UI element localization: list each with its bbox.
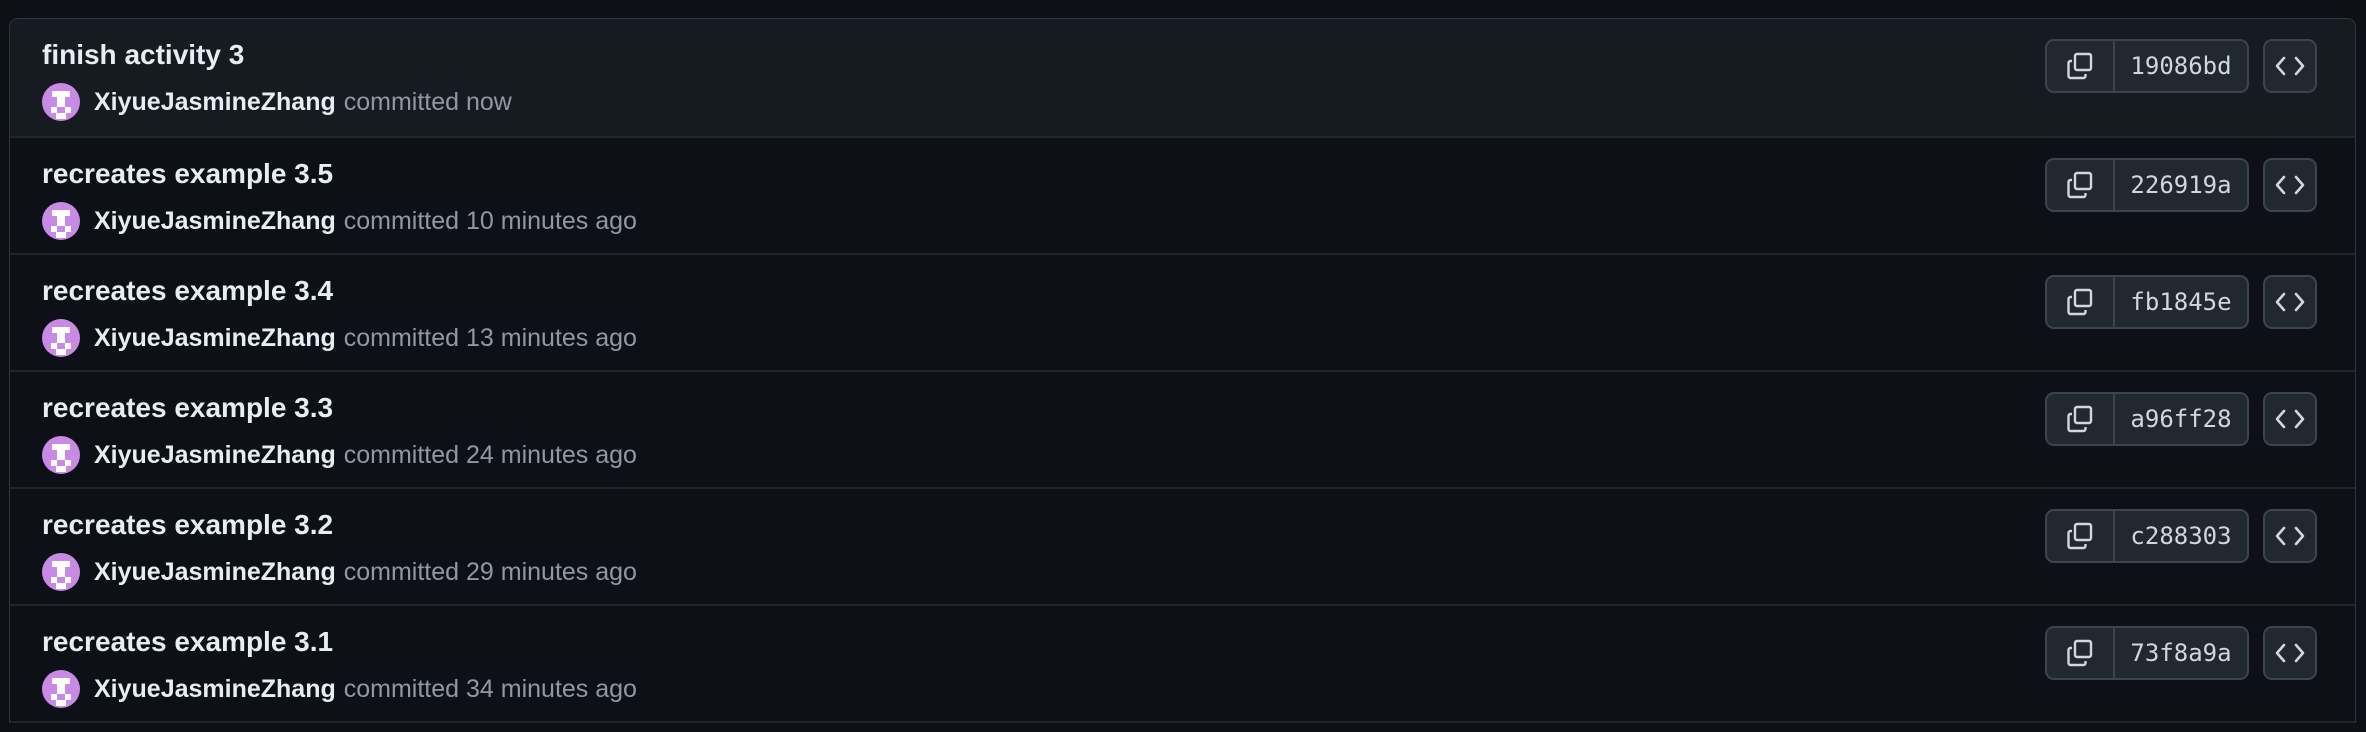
code-icon (2275, 643, 2305, 663)
commit-time: committed 29 minutes ago (343, 557, 637, 586)
sha-button-group: a96ff28 (2045, 392, 2249, 446)
commit-title[interactable]: recreates example 3.2 (42, 509, 333, 541)
avatar[interactable] (42, 202, 80, 240)
commit-meta: XiyueJasmineZhang committed 24 minutes a… (42, 436, 637, 474)
commit-meta: XiyueJasmineZhang committed 29 minutes a… (42, 553, 637, 591)
browse-repo-button[interactable] (2263, 39, 2317, 93)
commit-sha-link[interactable]: 19086bd (2115, 41, 2247, 91)
commit-author[interactable]: XiyueJasmineZhang (94, 207, 336, 236)
sha-button-group: 73f8a9a (2045, 626, 2249, 680)
identicon-icon (51, 91, 71, 119)
commit-time: committed now (343, 87, 512, 116)
commit-sha-link[interactable]: a96ff28 (2115, 394, 2247, 444)
identicon-icon (51, 561, 71, 589)
avatar[interactable] (42, 319, 80, 357)
sha-button-group: 19086bd (2045, 39, 2249, 93)
commit-actions: c288303 (2045, 509, 2317, 563)
commit-row: recreates example 3.5 XiyueJasmineZhang … (10, 138, 2355, 255)
identicon-icon (51, 444, 71, 472)
commit-actions: 73f8a9a (2045, 626, 2317, 680)
identicon-icon (51, 210, 71, 238)
commit-author[interactable]: XiyueJasmineZhang (94, 441, 336, 470)
commit-actions: a96ff28 (2045, 392, 2317, 446)
copy-icon (2067, 639, 2093, 667)
identicon-icon (51, 678, 71, 706)
commit-author[interactable]: XiyueJasmineZhang (94, 324, 336, 353)
commit-sha-link[interactable]: 226919a (2115, 160, 2247, 210)
commit-actions: 226919a (2045, 158, 2317, 212)
code-icon (2275, 409, 2305, 429)
commit-row: recreates example 3.3 XiyueJasmineZhang … (10, 372, 2355, 489)
commit-meta: XiyueJasmineZhang committed 10 minutes a… (42, 202, 637, 240)
sha-button-group: 226919a (2045, 158, 2249, 212)
avatar[interactable] (42, 670, 80, 708)
commit-row: recreates example 3.2 XiyueJasmineZhang … (10, 489, 2355, 606)
commit-actions: 19086bd (2045, 39, 2317, 93)
commit-title[interactable]: recreates example 3.4 (42, 275, 333, 307)
copy-sha-button[interactable] (2047, 160, 2115, 210)
commit-title[interactable]: finish activity 3 (42, 39, 244, 71)
browse-repo-button[interactable] (2263, 509, 2317, 563)
identicon-icon (51, 327, 71, 355)
copy-sha-button[interactable] (2047, 394, 2115, 444)
copy-icon (2067, 171, 2093, 199)
copy-sha-button[interactable] (2047, 277, 2115, 327)
code-icon (2275, 526, 2305, 546)
commit-sha-link[interactable]: 73f8a9a (2115, 628, 2247, 678)
commit-row: recreates example 3.1 XiyueJasmineZhang … (10, 606, 2355, 723)
commit-title[interactable]: recreates example 3.5 (42, 158, 333, 190)
sha-button-group: fb1845e (2045, 275, 2249, 329)
commit-time: committed 10 minutes ago (343, 206, 637, 235)
commit-time: committed 13 minutes ago (343, 323, 637, 352)
browse-repo-button[interactable] (2263, 392, 2317, 446)
commit-meta: XiyueJasmineZhang committed now (42, 83, 512, 121)
commit-time: committed 34 minutes ago (343, 674, 637, 703)
copy-sha-button[interactable] (2047, 41, 2115, 91)
commit-author[interactable]: XiyueJasmineZhang (94, 558, 336, 587)
commit-meta: XiyueJasmineZhang committed 34 minutes a… (42, 670, 637, 708)
sha-button-group: c288303 (2045, 509, 2249, 563)
copy-sha-button[interactable] (2047, 628, 2115, 678)
copy-icon (2067, 288, 2093, 316)
commit-row: finish activity 3 XiyueJasmineZhang comm… (10, 19, 2355, 138)
code-icon (2275, 175, 2305, 195)
browse-repo-button[interactable] (2263, 275, 2317, 329)
code-icon (2275, 292, 2305, 312)
avatar[interactable] (42, 83, 80, 121)
copy-icon (2067, 52, 2093, 80)
commit-author[interactable]: XiyueJasmineZhang (94, 88, 336, 117)
commit-sha-link[interactable]: fb1845e (2115, 277, 2247, 327)
avatar[interactable] (42, 553, 80, 591)
commit-time: committed 24 minutes ago (343, 440, 637, 469)
browse-repo-button[interactable] (2263, 626, 2317, 680)
avatar[interactable] (42, 436, 80, 474)
commit-sha-link[interactable]: c288303 (2115, 511, 2247, 561)
commit-meta: XiyueJasmineZhang committed 13 minutes a… (42, 319, 637, 357)
commit-title[interactable]: recreates example 3.3 (42, 392, 333, 424)
code-icon (2275, 56, 2305, 76)
commit-title[interactable]: recreates example 3.1 (42, 626, 333, 658)
copy-icon (2067, 522, 2093, 550)
browse-repo-button[interactable] (2263, 158, 2317, 212)
commit-actions: fb1845e (2045, 275, 2317, 329)
commit-list: finish activity 3 XiyueJasmineZhang comm… (9, 18, 2356, 723)
copy-sha-button[interactable] (2047, 511, 2115, 561)
commit-row: recreates example 3.4 XiyueJasmineZhang … (10, 255, 2355, 372)
commit-author[interactable]: XiyueJasmineZhang (94, 675, 336, 704)
copy-icon (2067, 405, 2093, 433)
